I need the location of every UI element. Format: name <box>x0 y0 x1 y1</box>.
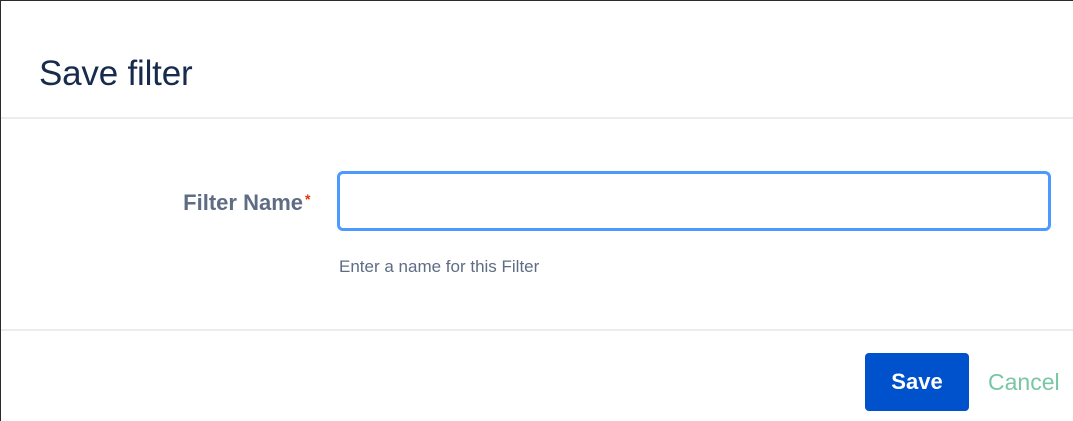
filter-name-label: Filter Name <box>183 190 303 215</box>
save-filter-dialog: Save filter Filter Name * Enter a name f… <box>0 0 1073 421</box>
dialog-title: Save filter <box>39 54 193 93</box>
filter-name-input[interactable] <box>337 171 1051 231</box>
required-indicator: * <box>305 191 311 207</box>
dialog-footer: Save Cancel <box>1 331 1073 420</box>
cancel-link[interactable]: Cancel <box>988 368 1060 396</box>
save-button[interactable]: Save <box>865 353 969 411</box>
dialog-content: Filter Name * Enter a name for this Filt… <box>1 119 1073 331</box>
filter-name-help-text: Enter a name for this Filter <box>339 257 540 276</box>
dialog-header: Save filter <box>1 1 1073 119</box>
